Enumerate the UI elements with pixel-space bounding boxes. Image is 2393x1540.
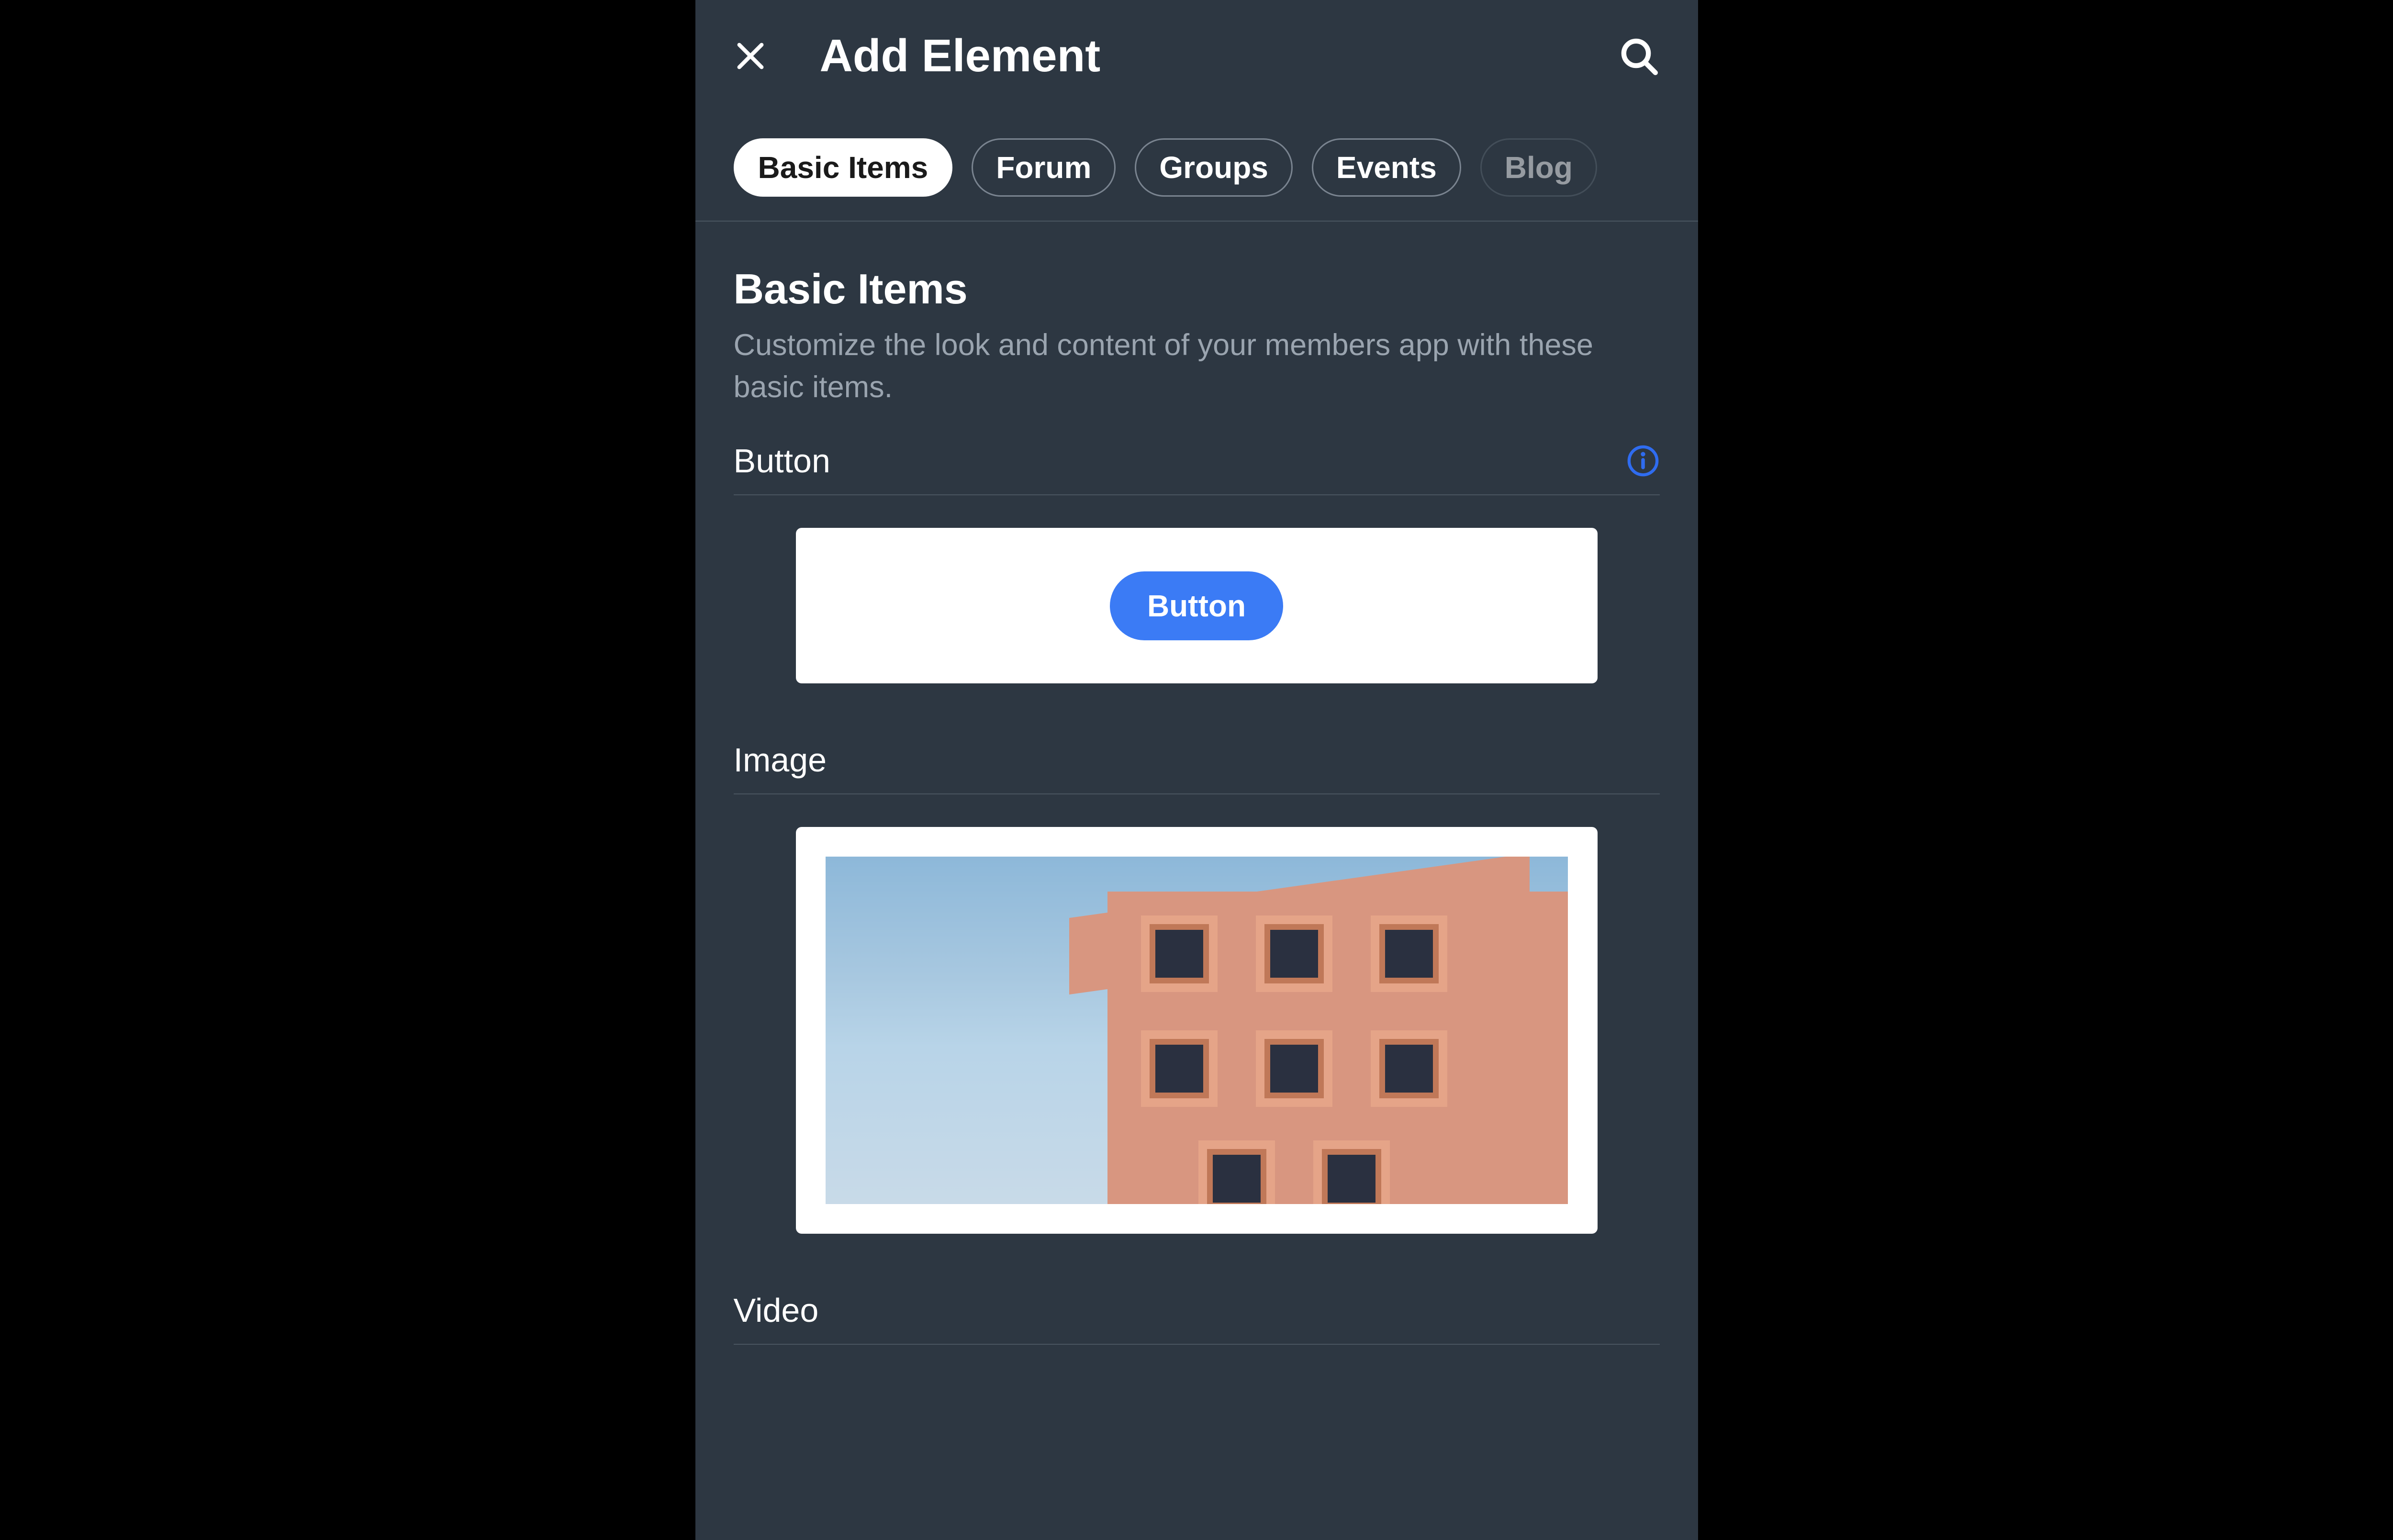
info-icon[interactable]	[1626, 444, 1660, 478]
image-preview[interactable]	[796, 827, 1598, 1234]
element-header-image: Image	[734, 741, 1660, 794]
content-area: Basic Items Customize the look and conte…	[695, 222, 1698, 1540]
element-item-button: Button Button	[734, 442, 1660, 683]
element-label-video: Video	[734, 1291, 819, 1329]
button-preview[interactable]: Button	[796, 528, 1598, 683]
element-item-image: Image	[734, 741, 1660, 1234]
element-label-image: Image	[734, 741, 827, 779]
tab-groups[interactable]: Groups	[1135, 138, 1293, 197]
element-label-button: Button	[734, 442, 830, 480]
element-header-video: Video	[734, 1291, 1660, 1345]
add-element-panel: Add Element Basic Items Forum Groups Eve…	[695, 0, 1698, 1540]
search-icon[interactable]	[1618, 35, 1660, 77]
image-card	[796, 827, 1598, 1234]
tab-blog[interactable]: Blog	[1480, 138, 1597, 197]
category-tabs: Basic Items Forum Groups Events Blog	[695, 112, 1698, 222]
tab-forum[interactable]: Forum	[972, 138, 1116, 197]
sample-image	[826, 857, 1568, 1204]
close-icon[interactable]	[734, 39, 767, 73]
tab-basic-items[interactable]: Basic Items	[734, 138, 953, 197]
sample-button[interactable]: Button	[1110, 571, 1283, 640]
section-title: Basic Items	[734, 265, 1660, 313]
header: Add Element	[695, 0, 1698, 112]
element-header-button: Button	[734, 442, 1660, 495]
button-card: Button	[796, 528, 1598, 683]
page-title: Add Element	[820, 30, 1565, 82]
tab-events[interactable]: Events	[1312, 138, 1461, 197]
section-description: Customize the look and content of your m…	[734, 324, 1660, 408]
element-item-video: Video	[734, 1291, 1660, 1345]
